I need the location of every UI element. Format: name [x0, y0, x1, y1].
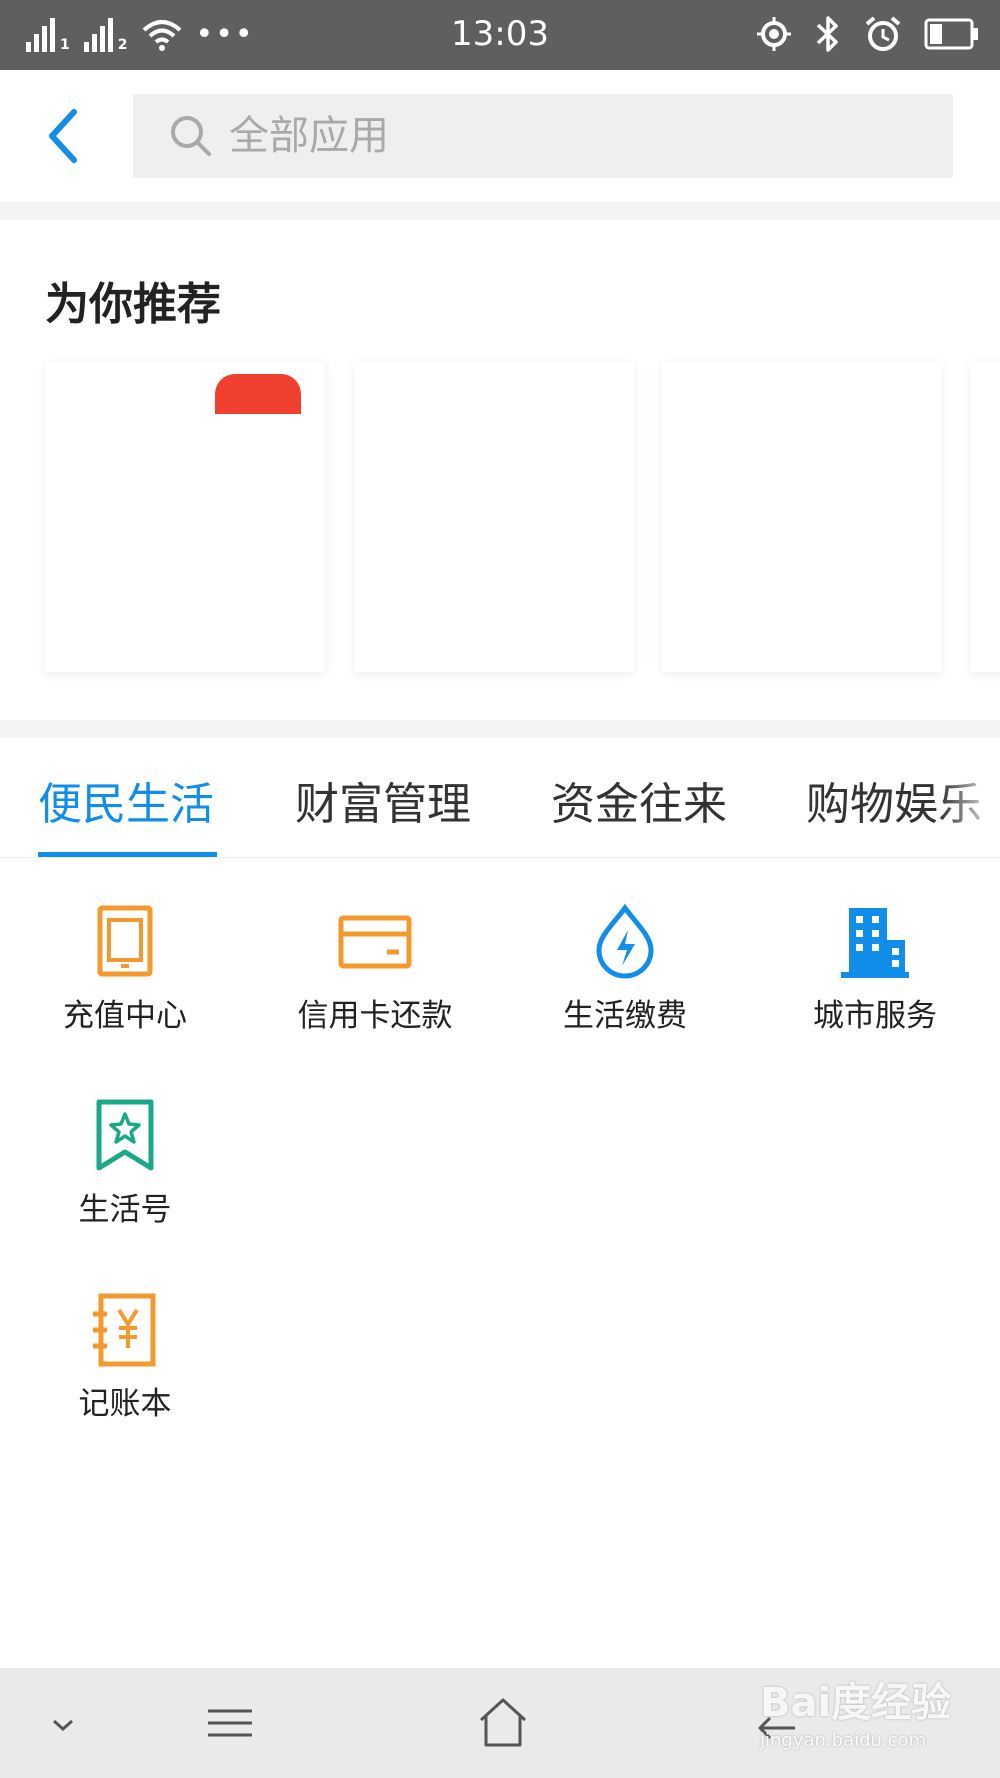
back-button[interactable]	[40, 104, 90, 168]
phone-recharge-icon	[97, 905, 153, 977]
app-label: 生活号	[78, 1192, 172, 1228]
menu-button[interactable]	[195, 1688, 265, 1758]
alarm-icon	[865, 16, 901, 51]
app-city-services[interactable]: 城市服务	[750, 904, 1000, 1054]
menu-icon	[208, 1709, 252, 1737]
recommend-title: 为你推荐	[45, 279, 221, 330]
search-box[interactable]	[133, 94, 953, 178]
section-divider	[0, 202, 1000, 220]
category-tabs: 便民生活 财富管理 资金往来 购物娱乐	[0, 738, 1000, 858]
app-label: 记账本	[78, 1386, 172, 1422]
battery-icon	[924, 18, 978, 50]
back-chevron-icon	[49, 109, 77, 163]
app-life-account[interactable]: 生活号	[0, 1098, 250, 1248]
app-recharge-center[interactable]: 充值中心	[0, 904, 250, 1054]
bluetooth-icon	[816, 16, 838, 52]
recommend-card-4[interactable]	[970, 362, 1000, 672]
active-tab-indicator	[38, 852, 217, 857]
app-credit-card-repayment[interactable]: 信用卡还款	[250, 904, 500, 1054]
app-label: 充值中心	[63, 998, 187, 1034]
app-label: 信用卡还款	[297, 998, 453, 1034]
search-icon	[171, 116, 211, 156]
app-label: 生活缴费	[563, 998, 687, 1034]
location-icon	[757, 17, 791, 51]
home-button[interactable]	[468, 1688, 538, 1758]
ledger-yuan-icon	[93, 1293, 156, 1367]
tab-fund-transfer[interactable]: 资金往来	[551, 768, 727, 832]
collapse-chevron-icon	[53, 1719, 73, 1732]
building-icon	[841, 908, 909, 978]
status-right	[756, 12, 980, 56]
recommend-card-2[interactable]	[354, 362, 634, 672]
baidu-watermark: Bai度经验 jingyan.baidu.com	[760, 1670, 990, 1770]
app-label: 城市服务	[813, 998, 937, 1034]
watermark-sub: jingyan.baidu.com	[760, 1730, 927, 1751]
recommend-section: 为你推荐	[0, 220, 1000, 720]
tab-wealth-management[interactable]: 财富管理	[295, 768, 471, 832]
section-divider-2	[0, 720, 1000, 738]
search-input[interactable]	[229, 113, 829, 159]
app-bookkeeping[interactable]: 记账本	[0, 1292, 250, 1442]
watermark-main: Bai度经验	[760, 1680, 952, 1726]
tab-convenient-life[interactable]: 便民生活	[38, 768, 214, 832]
new-badge	[215, 374, 301, 414]
recommend-card-3[interactable]	[662, 362, 942, 672]
status-bar: 1 2 ••• 13:03	[0, 0, 1000, 70]
credit-card-icon	[338, 915, 412, 969]
collapse-button[interactable]	[28, 1688, 98, 1758]
home-icon	[479, 1698, 527, 1747]
tab-fade-overlay	[940, 738, 1000, 857]
header	[0, 70, 1000, 202]
recommend-card-1[interactable]	[45, 362, 325, 672]
app-utility-payment[interactable]: 生活缴费	[500, 904, 750, 1054]
bookmark-star-icon	[96, 1099, 154, 1171]
water-drop-bolt-icon	[596, 904, 654, 979]
